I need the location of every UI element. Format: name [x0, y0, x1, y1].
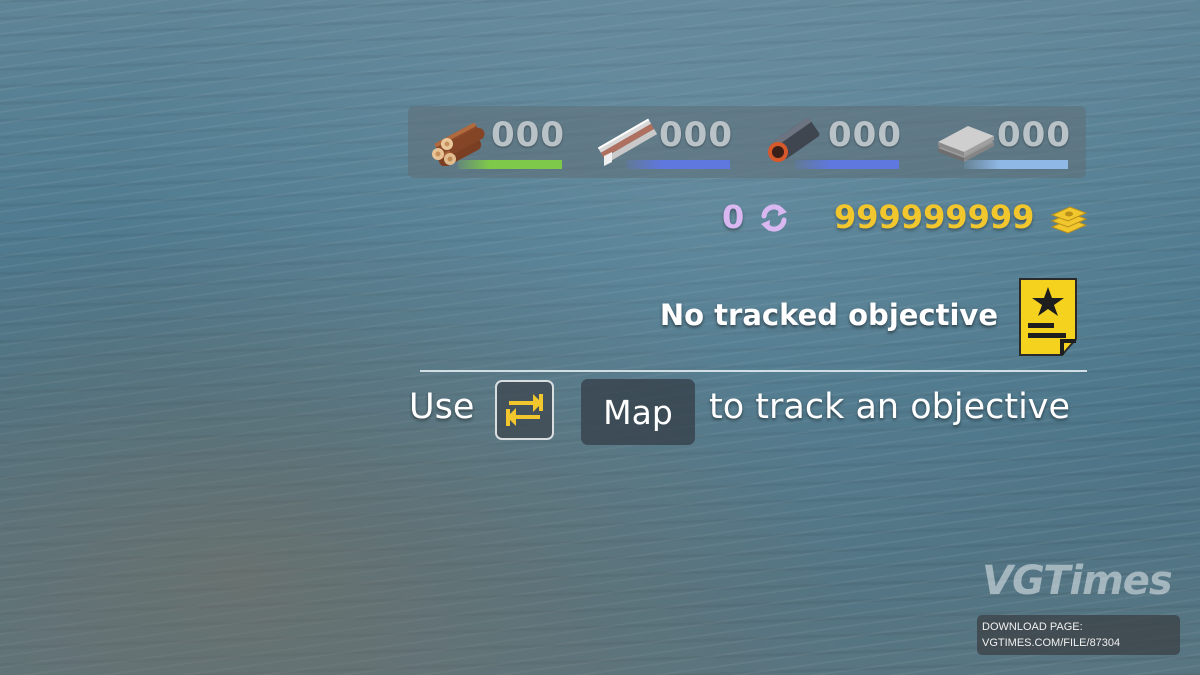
money-value: 999999999	[834, 198, 1035, 236]
wood-bar	[458, 160, 562, 169]
watermark-line-1: DOWNLOAD PAGE:	[982, 621, 1083, 633]
watermark-logo: VGTimes	[982, 558, 1173, 604]
secondary-currency: 0	[722, 198, 792, 238]
resource-metal-sheets: 000	[914, 106, 1074, 178]
metal-sheets-icon	[938, 126, 994, 162]
metal-beam-count: 000	[659, 115, 733, 155]
metal-beam-icon	[597, 118, 658, 166]
hint-suffix: to track an objective	[709, 387, 1071, 427]
pipe-count: 000	[828, 115, 902, 155]
objective-star-icon[interactable]	[1018, 277, 1080, 357]
swap-key-button[interactable]	[495, 380, 554, 440]
money-currency: 999999999	[834, 198, 1090, 238]
metal-sheets-bar	[964, 160, 1068, 169]
resource-pipe: 000	[745, 106, 905, 178]
resource-metal-beam: 000	[576, 106, 736, 178]
map-key-button[interactable]: Map	[581, 379, 695, 445]
money-stack-icon	[1050, 206, 1088, 234]
wood-count: 000	[491, 115, 565, 155]
hint-prefix: Use	[409, 387, 475, 427]
watermark-box: DOWNLOAD PAGE: VGTIMES.COM/FILE/87304	[977, 615, 1180, 655]
metal-sheets-count: 000	[997, 115, 1071, 155]
exchange-icon	[761, 204, 787, 232]
objective-status: No tracked objective	[659, 298, 998, 332]
swap-arrows-icon	[506, 394, 543, 426]
resource-wood: 000	[408, 106, 568, 178]
wood-logs-icon	[432, 123, 485, 166]
resource-bar: 000 000 000 000	[408, 106, 1086, 178]
metal-beam-bar	[626, 160, 730, 169]
pipe-icon	[768, 116, 820, 162]
secondary-currency-value: 0	[722, 198, 745, 236]
objective-divider	[420, 370, 1087, 372]
watermark-line-2: VGTIMES.COM/FILE/87304	[982, 637, 1121, 649]
pipe-bar	[795, 160, 899, 169]
